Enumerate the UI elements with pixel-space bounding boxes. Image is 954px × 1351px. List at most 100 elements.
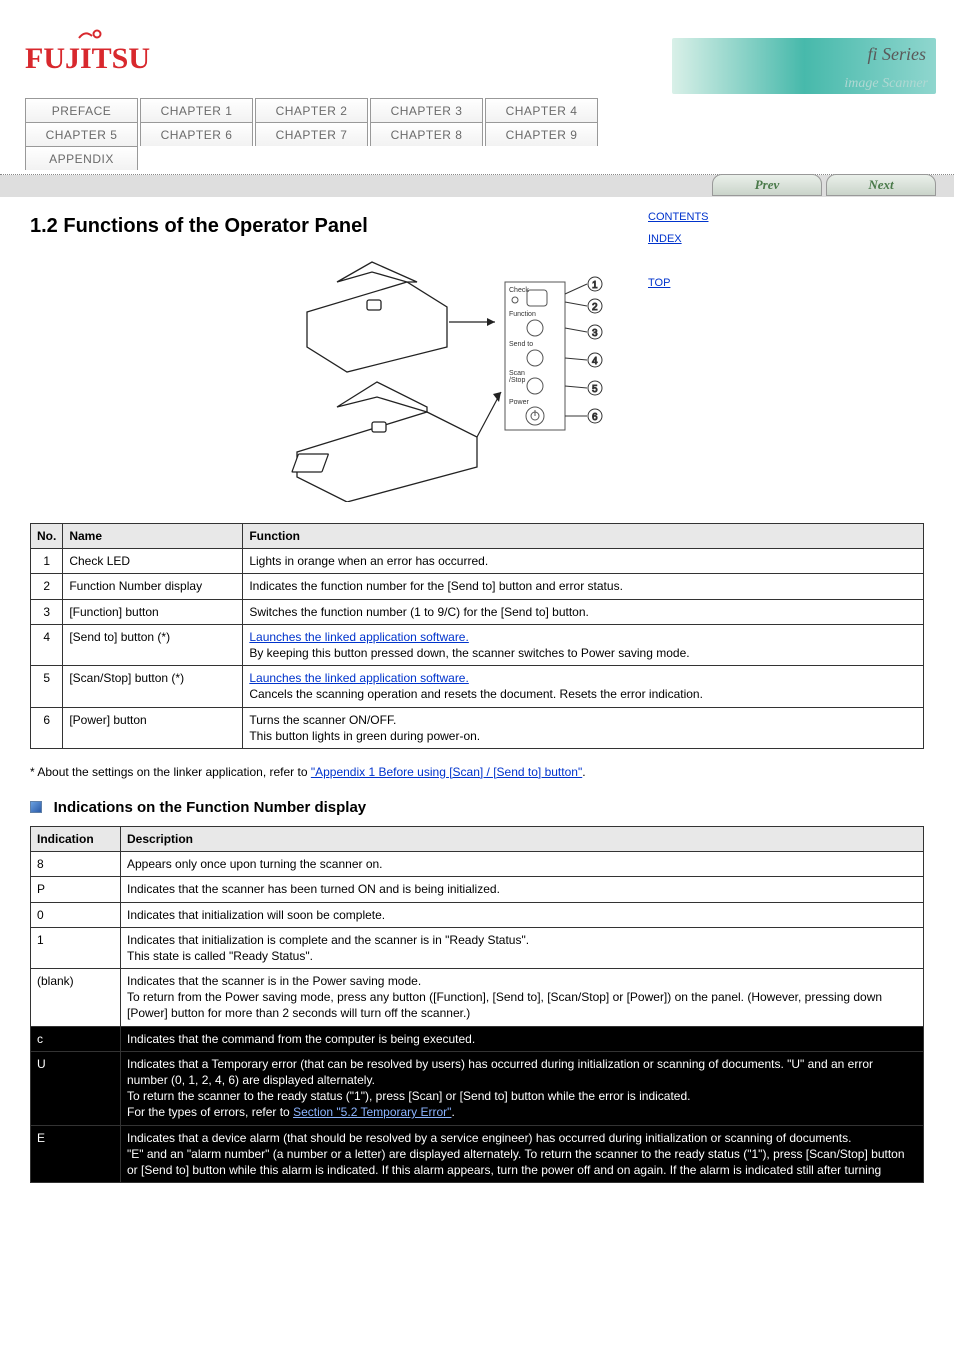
nav-row-3: APPENDIX <box>25 146 929 170</box>
cell-no: 4 <box>31 624 63 665</box>
table-row: 0Indicates that initialization will soon… <box>31 902 924 927</box>
link-index[interactable]: INDEX <box>648 228 709 250</box>
cell-description: Indicates that a device alarm (that shou… <box>121 1125 924 1183</box>
tab-appendix[interactable]: APPENDIX <box>25 146 138 170</box>
prev-button[interactable]: Prev <box>712 174 822 196</box>
header: FUJITSU fi Series image Scanner <box>0 0 954 98</box>
svg-text:Check: Check <box>509 287 529 294</box>
svg-text:5: 5 <box>592 384 598 395</box>
banner-series: fi Series <box>868 44 927 65</box>
tab-chapter-3[interactable]: CHAPTER 3 <box>370 98 483 122</box>
table-row: 6[Power] buttonTurns the scanner ON/OFF.… <box>31 707 924 748</box>
tab-preface[interactable]: PREFACE <box>25 98 138 122</box>
col-function: Function <box>243 524 924 549</box>
table-row: 2Function Number displayIndicates the fu… <box>31 574 924 599</box>
ref-suffix: . <box>582 765 585 779</box>
series-banner: fi Series image Scanner <box>672 38 936 94</box>
next-button[interactable]: Next <box>826 174 936 196</box>
cell-description: Indicates that a Temporary error (that c… <box>121 1051 924 1125</box>
cell-function: Launches the linked application software… <box>243 666 924 707</box>
cell-function: Lights in orange when an error has occur… <box>243 549 924 574</box>
function-number-table: Indication Description 8Appears only onc… <box>30 826 924 1183</box>
svg-text:Scan: Scan <box>509 370 525 377</box>
svg-text:/Stop: /Stop <box>509 377 525 384</box>
square-bullet-icon <box>30 801 42 813</box>
col-indication: Indication <box>31 826 121 851</box>
table-row: 4[Send to] button (*) Launches the linked… <box>31 624 924 665</box>
col-name: Name <box>63 524 243 549</box>
table-row: PIndicates that the scanner has been tur… <box>31 877 924 902</box>
cell-indication: P <box>31 877 121 902</box>
reference-line: * About the settings on the linker appli… <box>30 765 924 779</box>
cell-description: Indicates that the scanner has been turn… <box>121 877 924 902</box>
cell-no: 3 <box>31 599 63 624</box>
sub-title: Indications on the Function Number displ… <box>54 799 367 816</box>
cell-name: [Scan/Stop] button (*) <box>63 666 243 707</box>
svg-text:4: 4 <box>592 356 598 367</box>
cell-function: Launches the linked application software… <box>243 624 924 665</box>
cell-function: Switches the function number (1 to 9/C) … <box>243 599 924 624</box>
cell-description: Indicates that initialization is complet… <box>121 927 924 968</box>
tab-chapter-1[interactable]: CHAPTER 1 <box>140 98 253 122</box>
cell-indication: 0 <box>31 902 121 927</box>
svg-text:Power: Power <box>509 399 530 406</box>
table-row: 8Appears only once upon turning the scan… <box>31 852 924 877</box>
sub-bar: Prev Next <box>0 175 954 197</box>
cell-name: [Power] button <box>63 707 243 748</box>
cell-description: Indicates that initialization will soon … <box>121 902 924 927</box>
operator-panel-diagram: Check Function Send to Scan/Stop Power <box>30 252 924 505</box>
tab-chapter-5[interactable]: CHAPTER 5 <box>25 122 138 146</box>
nav-row-1: PREFACE CHAPTER 1 CHAPTER 2 CHAPTER 3 CH… <box>25 98 929 122</box>
tab-chapter-2[interactable]: CHAPTER 2 <box>255 98 368 122</box>
svg-text:Send to: Send to <box>509 341 533 348</box>
cell-no: 2 <box>31 574 63 599</box>
cell-indication: 8 <box>31 852 121 877</box>
svg-text:3: 3 <box>592 328 598 339</box>
operator-panel-table: No. Name Function 1Check LEDLights in or… <box>30 523 924 749</box>
cell-description: Indicates that the scanner is in the Pow… <box>121 969 924 1027</box>
cell-name: Check LED <box>63 549 243 574</box>
table-row: 1Indicates that initialization is comple… <box>31 927 924 968</box>
cell-no: 5 <box>31 666 63 707</box>
table-row: (blank)Indicates that the scanner is in … <box>31 969 924 1027</box>
table-row: UIndicates that a Temporary error (that … <box>31 1051 924 1125</box>
cell-no: 6 <box>31 707 63 748</box>
svg-text:2: 2 <box>592 302 598 313</box>
table-row: 5[Scan/Stop] button (*) Launches the link… <box>31 666 924 707</box>
nav-row-2: CHAPTER 5 CHAPTER 6 CHAPTER 7 CHAPTER 8 … <box>25 122 929 146</box>
link-appendix-1[interactable]: "Appendix 1 Before using [Scan] / [Send … <box>311 765 582 779</box>
ref-prefix: * About the settings on the linker appli… <box>30 765 311 779</box>
tab-chapter-7[interactable]: CHAPTER 7 <box>255 122 368 146</box>
table-row: 1Check LEDLights in orange when an error… <box>31 549 924 574</box>
col-description: Description <box>121 826 924 851</box>
cell-no: 1 <box>31 549 63 574</box>
tab-chapter-8[interactable]: CHAPTER 8 <box>370 122 483 146</box>
tab-chapter-9[interactable]: CHAPTER 9 <box>485 122 598 146</box>
svg-text:FUJITSU: FUJITSU <box>25 42 150 75</box>
cell-indication: E <box>31 1125 121 1183</box>
svg-text:1: 1 <box>592 280 598 291</box>
col-no: No. <box>31 524 63 549</box>
sub-heading: Indications on the Function Number displ… <box>30 799 924 816</box>
link-launch-app[interactable]: Launches the linked application software… <box>249 671 468 685</box>
cell-description: Appears only once upon turning the scann… <box>121 852 924 877</box>
cell-indication: U <box>31 1051 121 1125</box>
cell-function: Indicates the function number for the [S… <box>243 574 924 599</box>
link-contents[interactable]: CONTENTS <box>648 206 709 228</box>
tab-chapter-4[interactable]: CHAPTER 4 <box>485 98 598 122</box>
cell-description: Indicates that the command from the comp… <box>121 1026 924 1051</box>
svg-text:6: 6 <box>592 412 598 423</box>
cell-name: [Send to] button (*) <box>63 624 243 665</box>
fujitsu-logo: FUJITSU <box>25 28 155 79</box>
table-row: cIndicates that the command from the com… <box>31 1026 924 1051</box>
cell-indication: 1 <box>31 927 121 968</box>
tab-chapter-6[interactable]: CHAPTER 6 <box>140 122 253 146</box>
cell-indication: (blank) <box>31 969 121 1027</box>
table-row: 3[Function] buttonSwitches the function … <box>31 599 924 624</box>
banner-sub: image Scanner <box>844 76 928 92</box>
link-launch-app[interactable]: Launches the linked application software… <box>249 630 468 644</box>
link-section-5-2[interactable]: Section "5.2 Temporary Error" <box>293 1105 451 1119</box>
table-row: EIndicates that a device alarm (that sho… <box>31 1125 924 1183</box>
cell-name: [Function] button <box>63 599 243 624</box>
section-title: 1.2 Functions of the Operator Panel <box>30 215 924 238</box>
